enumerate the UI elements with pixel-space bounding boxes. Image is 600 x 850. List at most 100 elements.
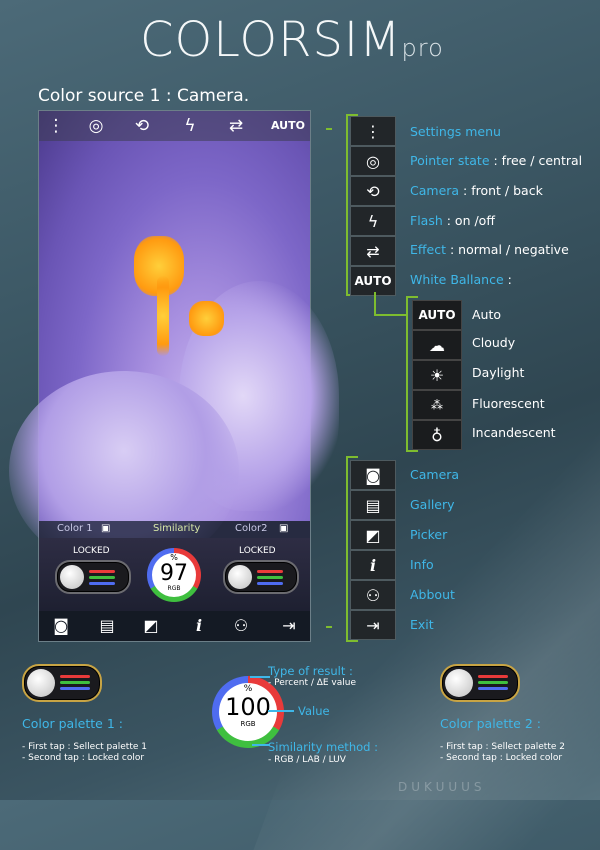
gauge-value: 100	[225, 693, 271, 721]
blue-bar	[89, 582, 115, 585]
info-icon[interactable]: i	[350, 550, 396, 580]
picker-icon[interactable]: ◩	[139, 615, 163, 637]
cloudy-icon[interactable]: ☁	[412, 330, 462, 360]
phone-top-toolbar: ⋮ ◎ ⟲ ϟ ⇄ AUTO	[39, 111, 310, 141]
type-of-result-title: Type of result :	[268, 664, 353, 678]
auto-icon[interactable]: AUTO	[412, 300, 462, 330]
value-label: Value	[298, 704, 330, 718]
palette2-toggle[interactable]	[223, 560, 299, 594]
similarity-method-desc: - RGB / LAB / LUV	[268, 755, 346, 765]
flower-stamen	[157, 276, 169, 356]
green-bar	[478, 681, 508, 684]
menu-item-camera: Camera : front / back	[410, 183, 543, 198]
camera-icon: ▣	[279, 523, 289, 534]
menu-item-pointer: Pointer state : free / central	[410, 153, 583, 168]
wb-item-cloudy: Cloudy	[472, 335, 516, 350]
wb-item-incandescent: Incandescent	[472, 425, 556, 440]
bottom-item-exit: Exit	[410, 617, 434, 632]
color1-label: Color 1	[57, 523, 93, 534]
toggle-knob	[445, 669, 473, 697]
pointer-icon[interactable]: ◎	[85, 115, 107, 137]
app-title: COLORSIMpro	[140, 12, 444, 68]
similarity-header: Color 1 ▣ Similarity Color2 ▣	[39, 521, 310, 538]
auto-wb-button[interactable]: AUTO	[271, 119, 305, 132]
flash-icon[interactable]: ϟ	[179, 115, 201, 137]
menu-item-flash: Flash : on /off	[410, 213, 495, 228]
palette2-title: Color palette 2 :	[440, 716, 541, 731]
similarity-method-title: Similarity method :	[268, 740, 378, 754]
camera-switch-icon[interactable]: ⟲	[131, 115, 153, 137]
gallery-icon[interactable]: ▤	[350, 490, 396, 520]
effect-icon[interactable]: ⇄	[350, 236, 396, 266]
palette1-toggle-demo[interactable]	[22, 664, 102, 702]
app-title-main: COLORSIM	[140, 12, 402, 68]
toggle-knob	[27, 669, 55, 697]
exit-icon[interactable]: ⇥	[277, 615, 301, 637]
callout-line	[268, 710, 294, 712]
gauge-face: % 100 RGB	[219, 683, 277, 741]
bottom-item-picker: Picker	[410, 527, 448, 542]
callout-line	[250, 676, 270, 678]
menu-item-settings: Settings menu	[410, 124, 501, 139]
bottom-item-gallery: Gallery	[410, 497, 455, 512]
menu-item-wb: White Ballance :	[410, 272, 512, 287]
watermark: DUKUUUS	[398, 780, 486, 794]
blue-bar	[60, 687, 90, 690]
palette1-toggle[interactable]	[55, 560, 131, 594]
palette1-title: Color palette 1 :	[22, 716, 123, 731]
palette1-line2: - Second tap : Locked color	[22, 753, 145, 763]
gauge-value: 97	[160, 561, 188, 586]
bottom-item-camera: Camera	[410, 467, 460, 482]
red-bar	[257, 570, 283, 573]
color2-label: Color2	[235, 523, 268, 534]
camera-icon[interactable]: ◙	[49, 615, 73, 637]
daylight-icon[interactable]: ☀	[412, 360, 462, 390]
blue-bar	[478, 687, 508, 690]
info-icon[interactable]: i	[187, 615, 211, 637]
camera-icon: ▣	[101, 523, 111, 534]
effect-icon[interactable]: ⇄	[225, 115, 247, 137]
camera-icon[interactable]: ◙	[350, 460, 396, 490]
color-source-caption: Color source 1 : Camera.	[38, 86, 250, 106]
connector-line	[374, 314, 408, 316]
type-of-result-desc: - Percent / ΔE value	[268, 678, 357, 688]
wb-item-daylight: Daylight	[472, 365, 525, 380]
wb-item-fluorescent: Fluorescent	[472, 396, 545, 411]
connector-dash	[326, 626, 332, 628]
locked-label: LOCKED	[73, 546, 110, 556]
more-vert-icon[interactable]: ⋮	[350, 116, 396, 146]
green-bar	[60, 681, 90, 684]
palette2-line1: - First tap : Sellect palette 2	[440, 742, 565, 752]
auto-wb-icon[interactable]: AUTO	[350, 266, 396, 296]
connector-dash	[326, 128, 332, 130]
menu-item-effect: Effect : normal / negative	[410, 242, 569, 257]
flower-stamen	[189, 301, 224, 336]
phone-screenshot: ⋮ ◎ ⟲ ϟ ⇄ AUTO Color 1 ▣ Similarity Colo…	[9, 110, 339, 642]
fluorescent-icon[interactable]: ⁂	[412, 390, 462, 420]
camera-switch-icon[interactable]: ⟲	[350, 176, 396, 206]
pointer-icon[interactable]: ◎	[350, 146, 396, 176]
red-bar	[89, 570, 115, 573]
gallery-icon[interactable]: ▤	[95, 615, 119, 637]
more-vert-icon[interactable]: ⋮	[45, 115, 67, 137]
about-icon[interactable]: ⚇	[229, 615, 253, 637]
camera-preview[interactable]	[9, 111, 339, 571]
similarity-gauge[interactable]: % 97 RGB	[147, 548, 201, 602]
about-icon[interactable]: ⚇	[350, 580, 396, 610]
incandescent-icon[interactable]: ♁	[412, 420, 462, 450]
connector-line	[374, 292, 376, 316]
palette2-line2: - Second tap : Locked color	[440, 753, 563, 763]
palette2-toggle-demo[interactable]	[440, 664, 520, 702]
green-bar	[89, 576, 115, 579]
bottom-item-info: Info	[410, 557, 434, 572]
blue-bar	[257, 582, 283, 585]
flash-icon[interactable]: ϟ	[350, 206, 396, 236]
bottom-item-about: Abbout	[410, 587, 455, 602]
toggle-knob	[228, 565, 252, 589]
palette1-line1: - First tap : Sellect palette 1	[22, 742, 147, 752]
wb-item-auto: Auto	[472, 307, 502, 322]
gauge-method: RGB	[167, 585, 181, 592]
exit-icon[interactable]: ⇥	[350, 610, 396, 640]
toggle-knob	[60, 565, 84, 589]
picker-icon[interactable]: ◩	[350, 520, 396, 550]
